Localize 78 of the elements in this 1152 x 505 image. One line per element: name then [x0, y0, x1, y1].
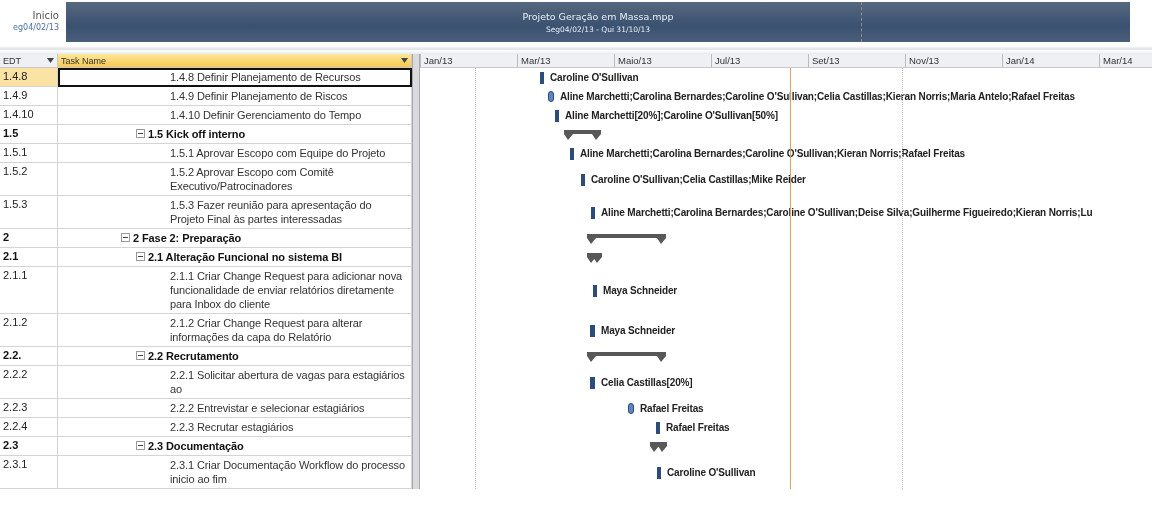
task-name-cell[interactable]: 2.2.1 Solicitar abertura de vagas para estagiários ao: [58, 366, 412, 399]
resource-label: Caroline O'Sullivan: [667, 467, 756, 478]
wbs-cell: 2.1.1: [0, 267, 58, 314]
resource-label: Rafael Freitas: [640, 403, 704, 414]
wbs-cell: 2: [0, 229, 58, 248]
wbs-cell: 2.2.3: [0, 399, 58, 418]
month-header: Mar/14: [1099, 54, 1152, 67]
task-name-cell[interactable]: 2.1 Alteração Funcional no sistema BI: [58, 248, 412, 267]
month-header: Nov/13: [905, 54, 1002, 67]
collapse-icon[interactable]: [136, 441, 145, 450]
wbs-cell: 1.4.9: [0, 87, 58, 106]
summary-bar[interactable]: [587, 252, 602, 263]
task-name-cell[interactable]: 2.2 Recrutamento: [58, 347, 412, 366]
wbs-cell: 2.2.2: [0, 366, 58, 399]
wbs-cell: 1.5.2: [0, 163, 58, 196]
month-header: Set/13: [808, 54, 905, 67]
project-title: Projeto Geração em Massa.mpp: [522, 10, 674, 22]
dropdown-arrow-icon[interactable]: [401, 58, 408, 63]
task-name-cell[interactable]: 1.4.8 Definir Planejamento de Recursos: [58, 68, 412, 87]
summary-bar[interactable]: [650, 441, 667, 452]
task-name-cell[interactable]: 1.5.1 Aprovar Escopo com Equipe do Projeto: [58, 144, 412, 163]
task-bar[interactable]: [581, 173, 585, 186]
wbs-cell: 1.5.3: [0, 196, 58, 229]
task-bar[interactable]: [548, 91, 554, 102]
timeline-start-date: eg04/02/13: [13, 23, 59, 32]
collapse-icon[interactable]: [136, 351, 145, 360]
resource-label: Aline Marchetti[20%];Caroline O'Sullivan[50%]: [565, 110, 778, 121]
task-bar[interactable]: [555, 109, 559, 122]
month-header: Mar/13: [517, 54, 614, 67]
task-name-cell[interactable]: 2.1.2 Criar Change Request para alterar informações da capa do Relatório: [58, 314, 412, 347]
month-header: Maio/13: [614, 54, 711, 67]
wbs-cell: 2.2.4: [0, 418, 58, 437]
summary-bar[interactable]: [587, 233, 666, 244]
task-name-cell[interactable]: 2.2.2 Entrevistar e selecionar estagiários: [58, 399, 412, 418]
task-bar[interactable]: [591, 206, 595, 219]
task-name-cell[interactable]: 1.5 Kick off interno: [58, 125, 412, 144]
task-bar[interactable]: [656, 421, 660, 434]
task-name-cell[interactable]: 1.4.9 Definir Planejamento de Riscos: [58, 87, 412, 106]
wbs-cell: 1.5: [0, 125, 58, 144]
timeline-start-label: Inicio: [32, 10, 59, 21]
task-bar[interactable]: [570, 147, 574, 160]
task-name-cell[interactable]: 1.4.10 Definir Gerenciamento do Tempo: [58, 106, 412, 125]
dropdown-arrow-icon[interactable]: [47, 58, 54, 63]
month-header: Jan/13: [420, 54, 517, 67]
collapse-icon[interactable]: [136, 252, 145, 261]
resource-label: Rafael Freitas: [666, 422, 730, 433]
task-bar[interactable]: [593, 284, 597, 297]
task-bar[interactable]: [590, 324, 595, 337]
resource-label: Caroline O'Sullivan: [550, 72, 639, 83]
wbs-cell: 1.4.10: [0, 106, 58, 125]
task-bar[interactable]: [590, 376, 595, 389]
summary-bar[interactable]: [587, 351, 666, 362]
column-header[interactable]: EDT: [0, 54, 58, 68]
month-header: Jan/14: [1002, 54, 1099, 67]
column-header[interactable]: Task Name: [58, 54, 412, 68]
month-header: Jul/13: [711, 54, 808, 67]
wbs-cell: 1.4.8: [0, 68, 58, 87]
task-bar[interactable]: [540, 71, 544, 84]
task-name-cell[interactable]: 2.3 Documentação: [58, 437, 412, 456]
task-name-cell[interactable]: 1.5.3 Fazer reunião para apresentação do Projeto Final às partes interessadas: [58, 196, 412, 229]
task-bar[interactable]: [628, 403, 634, 414]
resource-label: Maya Schneider: [601, 325, 676, 336]
wbs-cell: 2.2.: [0, 347, 58, 366]
wbs-cell: 2.3.1: [0, 456, 58, 489]
task-name-cell[interactable]: 1.5.2 Aprovar Escopo com Comitê Executivo/Patrocinadores: [58, 163, 412, 196]
task-name-cell[interactable]: 2 Fase 2: Preparação: [58, 229, 412, 248]
collapse-icon[interactable]: [136, 129, 145, 138]
task-name-cell[interactable]: 2.3.1 Criar Documentação Workflow do processo inicio ao fim: [58, 456, 412, 489]
summary-bar[interactable]: [564, 129, 601, 140]
task-bar[interactable]: [657, 466, 661, 479]
collapse-icon[interactable]: [121, 233, 130, 242]
wbs-cell: 2.3: [0, 437, 58, 456]
wbs-cell: 1.5.1: [0, 144, 58, 163]
resource-label: Maya Schneider: [603, 285, 678, 296]
wbs-cell: 2.1.2: [0, 314, 58, 347]
task-name-cell[interactable]: 2.2.3 Recrutar estagiários: [58, 418, 412, 437]
resource-label: Celia Castillas[20%]: [601, 377, 693, 388]
wbs-cell: 2.1: [0, 248, 58, 267]
